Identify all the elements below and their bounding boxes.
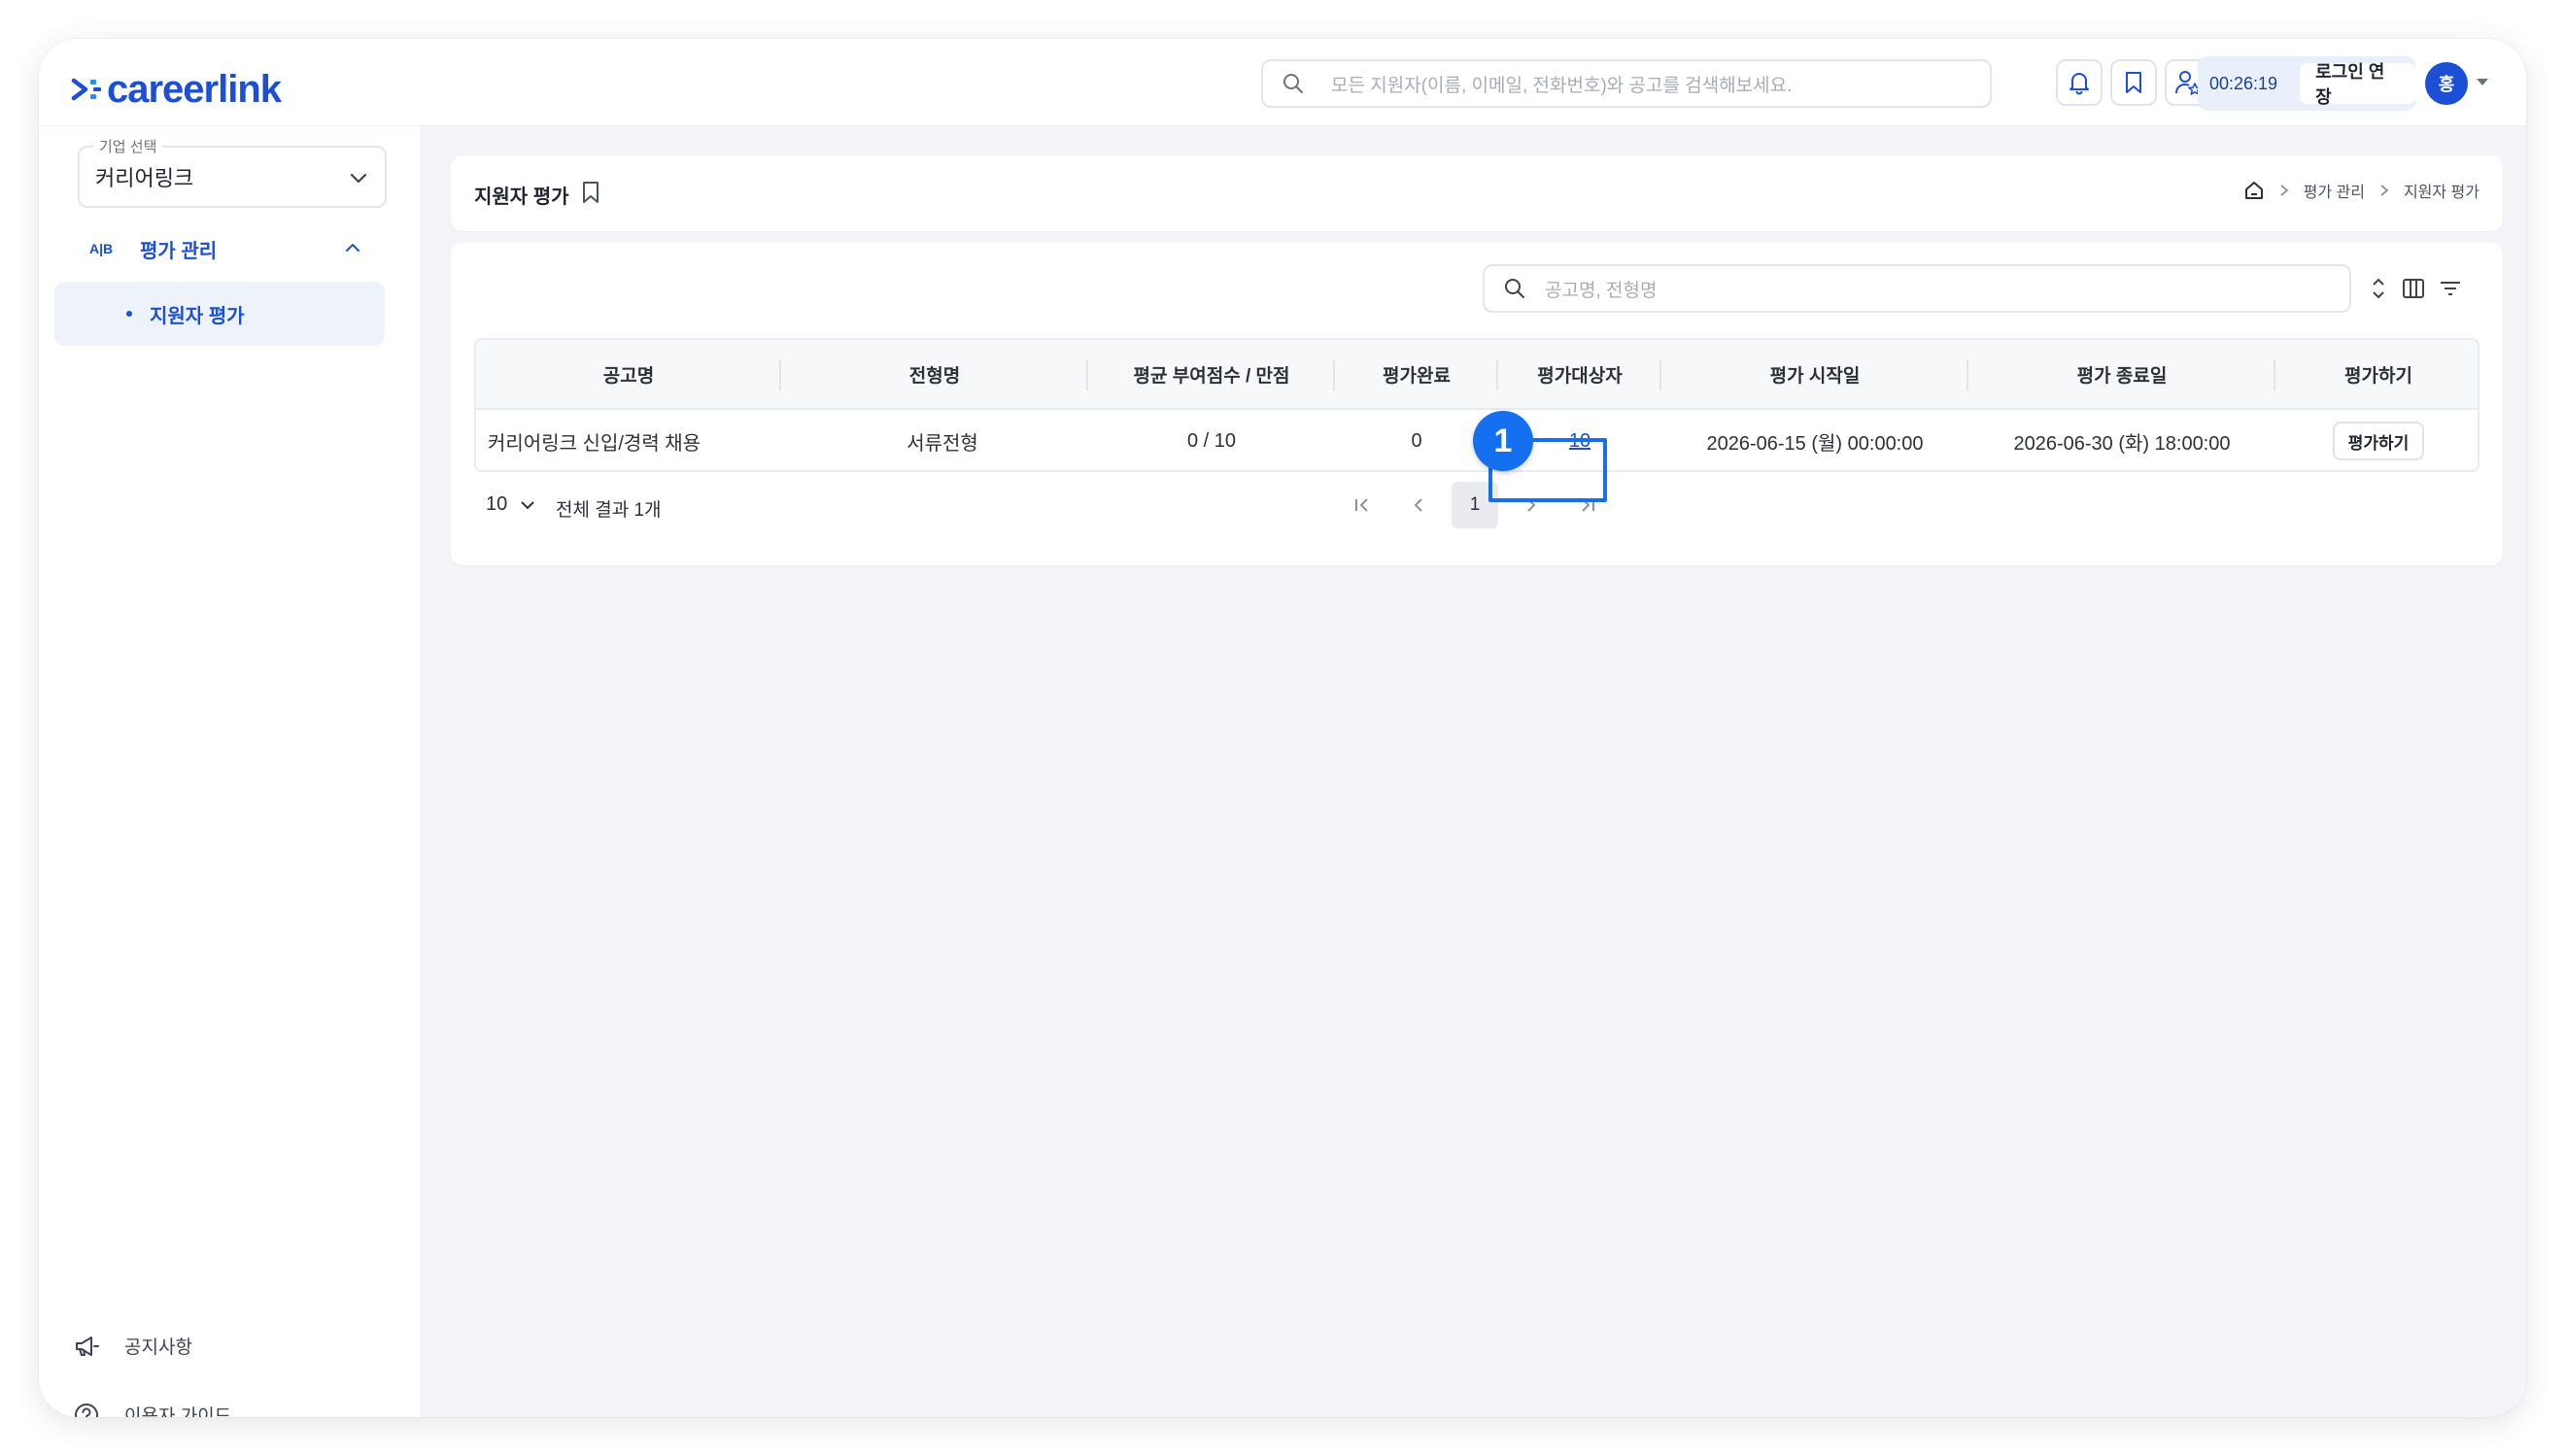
column-header: 평가하기 xyxy=(2344,365,2412,387)
breadcrumb-item: 지원자 평가 xyxy=(2403,185,2480,201)
top-header: careerlink 모든 지원자(이름, 이메일, 전화번호)와 공고를 검색… xyxy=(39,39,2526,126)
sort-icon[interactable] xyxy=(2371,276,2386,301)
sidebar-group-label: 평가 관리 xyxy=(140,240,218,262)
first-page-icon xyxy=(1355,498,1368,512)
sidebar: 기업 선택 커리어링크 A|B 평가 관리 지원자 평가 공지사항 이용자 가이… xyxy=(39,126,420,1417)
start-date-cell: 2026-06-15 (월) 00:00:00 xyxy=(1706,432,1924,455)
column-header[interactable]: 평가완료 xyxy=(1335,340,1498,408)
list-search-placeholder: 공고명, 전형명 xyxy=(1545,280,1658,301)
caret-down-icon[interactable] xyxy=(2476,78,2489,87)
sidebar-item-label: 지원자 평가 xyxy=(150,305,245,327)
stage-cell: 서류전형 xyxy=(906,432,978,455)
bookmark-icon xyxy=(2126,72,2141,93)
company-select[interactable]: 기업 선택 커리어링크 xyxy=(78,136,387,208)
chevron-down-icon xyxy=(521,500,534,509)
page-size-select[interactable]: 10 xyxy=(486,493,536,516)
first-page-button[interactable] xyxy=(1339,482,1385,528)
notification-button[interactable] xyxy=(2056,59,2103,106)
bookmark-icon[interactable] xyxy=(581,180,600,205)
filter-icon[interactable] xyxy=(2439,279,2462,298)
active-dot xyxy=(126,311,132,317)
careerlink-logo[interactable]: careerlink xyxy=(70,67,282,111)
global-search-input[interactable]: 모든 지원자(이름, 이메일, 전화번호)와 공고를 검색해보세요. xyxy=(1261,59,1992,108)
column-header[interactable]: 평가 시작일 xyxy=(1661,340,1968,408)
evaluate-button[interactable]: 평가하기 xyxy=(2332,422,2425,460)
home-icon[interactable] xyxy=(2243,180,2265,201)
chevron-right-icon xyxy=(2380,185,2389,196)
prev-page-button[interactable] xyxy=(1395,482,1442,528)
column-header[interactable]: 평가 종료일 xyxy=(1968,340,2275,408)
column-header[interactable]: 공고명 xyxy=(476,340,781,408)
ab-test-icon: A|B xyxy=(89,241,114,256)
end-date-cell: 2026-06-30 (화) 18:00:00 xyxy=(2013,432,2231,455)
page-size-value: 10 xyxy=(486,493,508,515)
megaphone-icon xyxy=(76,1336,99,1356)
search-icon xyxy=(1283,74,1303,93)
chevron-up-icon xyxy=(346,244,359,252)
sidebar-group-evaluation[interactable]: A|B 평가 관리 xyxy=(78,223,387,274)
app-window: careerlink 모든 지원자(이름, 이메일, 전화번호)와 공고를 검색… xyxy=(39,39,2526,1417)
table-header: 공고명 전형명 평균 부여점수 / 만점 평가완료 평가대상자 평가 시작일 평… xyxy=(476,340,2478,410)
guide-label: 이용자 가이드 xyxy=(124,1406,232,1417)
chevron-left-icon xyxy=(1414,498,1422,512)
page-title: 지원자 평가 xyxy=(474,186,569,208)
sidebar-notice-link[interactable]: 공지사항 xyxy=(74,1333,192,1359)
session-timer: 00:26:19 xyxy=(2209,73,2278,93)
logo-mark-icon xyxy=(71,78,101,101)
company-select-legend: 기업 선택 xyxy=(93,136,163,156)
main-content: 지원자 평가 평가 관리 지원자 평가 공고명, 전형명 공고명 전형명 평균 … xyxy=(420,126,2526,1417)
company-select-value: 커리어링크 xyxy=(95,166,194,190)
table-footer: 10 전체 결과 1개 1 xyxy=(474,482,2480,530)
breadcrumb: 평가 관리 지원자 평가 xyxy=(2243,179,2480,202)
column-header[interactable]: 평가대상자 xyxy=(1498,340,1661,408)
notice-label: 공지사항 xyxy=(124,1337,192,1358)
chevron-right-icon xyxy=(2280,185,2289,196)
global-search-placeholder: 모든 지원자(이름, 이메일, 전화번호)와 공고를 검색해보세요. xyxy=(1331,75,1793,96)
columns-icon[interactable] xyxy=(2402,277,2425,300)
total-results: 전체 결과 1개 xyxy=(556,500,662,521)
chevron-down-icon xyxy=(350,173,367,184)
search-icon xyxy=(1505,279,1524,298)
bookmark-button[interactable] xyxy=(2110,59,2157,106)
sidebar-guide-link[interactable]: 이용자 가이드 xyxy=(74,1402,231,1417)
bell-icon xyxy=(2069,73,2089,95)
posting-cell: 커리어링크 신입/경력 채용 xyxy=(488,432,701,455)
page-title-card: 지원자 평가 평가 관리 지원자 평가 xyxy=(451,155,2503,231)
breadcrumb-item[interactable]: 평가 관리 xyxy=(2304,179,2365,202)
evaluation-list-card: 공고명, 전형명 공고명 전형명 평균 부여점수 / 만점 평가완료 평가대상자 xyxy=(451,243,2503,565)
step-badge: 1 xyxy=(1473,411,1533,471)
action-cell: 평가하기 xyxy=(2275,410,2478,470)
column-header[interactable]: 평균 부여점수 / 만점 xyxy=(1088,340,1335,408)
list-search-input[interactable]: 공고명, 전형명 xyxy=(1483,264,2351,313)
help-circle-icon xyxy=(75,1403,98,1417)
score-cell: 0 / 10 xyxy=(1186,429,1237,452)
session-panel: 00:26:19 로그인 연장 xyxy=(2198,56,2415,111)
avatar[interactable]: 홍 xyxy=(2425,62,2468,105)
logo-text: careerlink xyxy=(107,67,282,111)
sidebar-item-applicant-evaluation[interactable]: 지원자 평가 xyxy=(54,282,385,346)
column-header[interactable]: 전형명 xyxy=(781,340,1088,408)
extend-login-button[interactable]: 로그인 연장 xyxy=(2300,62,2415,107)
